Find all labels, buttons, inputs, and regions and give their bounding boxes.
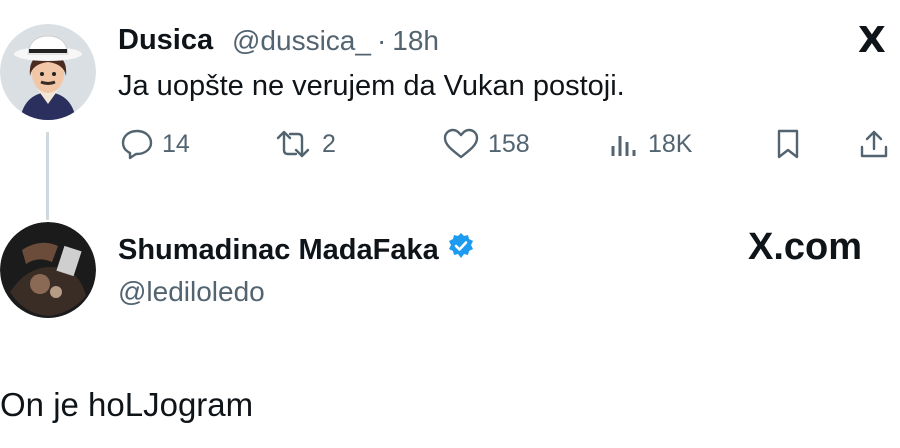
like-count: 158 <box>488 129 530 158</box>
avatar-dusica[interactable] <box>0 24 96 120</box>
x-com-brand: X.com <box>748 226 863 268</box>
retweet-count: 2 <box>322 129 336 158</box>
analytics-icon <box>608 128 640 160</box>
retweet-button[interactable]: 2 <box>272 128 336 160</box>
x-logo-icon: X <box>858 20 886 61</box>
views-count: 18K <box>648 129 693 158</box>
reply-author[interactable]: Shumadinac MadaFaka <box>118 232 475 268</box>
bookmark-icon <box>774 128 802 160</box>
author-handle[interactable]: @dussica_ <box>232 25 371 56</box>
reply-button[interactable]: 14 <box>120 128 190 160</box>
avatar-shumadinac[interactable] <box>0 222 96 318</box>
like-button[interactable]: 158 <box>442 128 530 160</box>
bookmark-button[interactable] <box>774 128 802 160</box>
reply-text: On je hoLJogram <box>0 386 254 423</box>
reply-count: 14 <box>162 129 190 158</box>
share-button[interactable] <box>858 128 890 160</box>
views-button[interactable]: 18K <box>608 128 692 160</box>
tweet-meta: @dussica_ · 18h <box>232 25 445 57</box>
heart-icon <box>442 128 480 160</box>
thread-connector <box>46 132 49 220</box>
reply-icon <box>120 128 154 160</box>
meta-separator: · <box>376 25 387 56</box>
reply-handle[interactable]: @lediloledo <box>118 276 265 308</box>
tweet-time[interactable]: 18h <box>392 25 439 56</box>
author-name[interactable]: Dusica <box>118 24 213 57</box>
tweet-text: Ja uopšte ne verujem da Vukan postoji. <box>118 70 625 102</box>
reply-author-name[interactable]: Shumadinac MadaFaka <box>118 234 439 267</box>
retweet-icon <box>272 128 314 160</box>
verified-badge-icon <box>447 232 475 268</box>
share-icon <box>858 128 890 160</box>
